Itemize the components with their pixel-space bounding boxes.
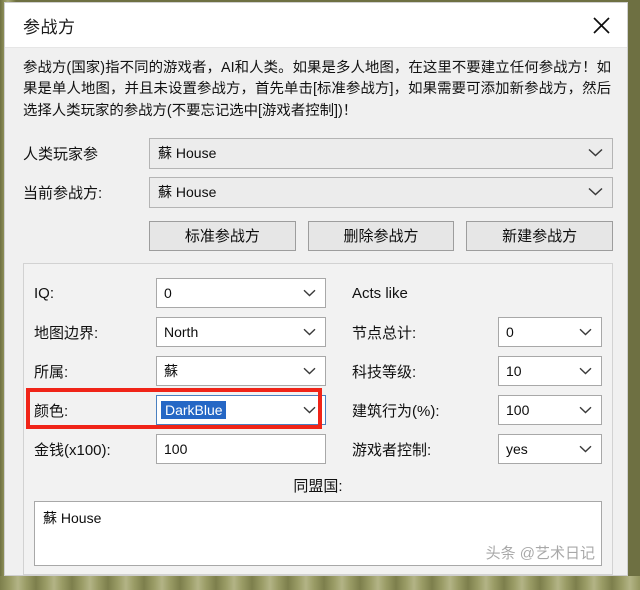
build-behavior-label: 建筑行为(%): bbox=[352, 402, 440, 420]
map-border-label: 地图边界: bbox=[34, 324, 99, 342]
title-bar: 参战方 bbox=[5, 3, 627, 48]
selectors-section: 人类玩家参 蘇 House 当前参战方: 蘇 House bbox=[5, 134, 627, 216]
tech-level-value: 10 bbox=[506, 363, 522, 380]
node-total-label: 节点总计: bbox=[352, 324, 417, 342]
list-item[interactable]: 蘇 House bbox=[43, 508, 593, 528]
current-faction-row: 当前参战方: 蘇 House bbox=[23, 176, 613, 208]
description-text: 参战方(国家)指不同的游戏者，AI和人类。如果是多人地图，在这里不要建立任何参战… bbox=[5, 48, 627, 134]
money-input[interactable]: 100 bbox=[156, 434, 326, 465]
acts-like-label: Acts like bbox=[352, 284, 408, 302]
player-control-label: 游戏者控制: bbox=[352, 441, 432, 459]
iq-value: 0 bbox=[164, 285, 172, 302]
chevron-down-icon bbox=[303, 401, 316, 419]
money-label: 金钱(x100): bbox=[34, 441, 111, 459]
node-total-value: 0 bbox=[506, 324, 514, 341]
chevron-down-icon bbox=[588, 144, 603, 162]
color-label: 颜色: bbox=[34, 402, 69, 420]
watermark-text: 头条 @艺术日记 bbox=[485, 545, 595, 562]
tech-level-label: 科技等级: bbox=[352, 363, 417, 381]
chevron-down-icon bbox=[579, 362, 592, 380]
tech-level-select[interactable]: 10 bbox=[498, 356, 602, 387]
belongs-to-label: 所属: bbox=[34, 363, 69, 381]
chevron-down-icon bbox=[579, 440, 592, 458]
chevron-down-icon bbox=[303, 362, 316, 380]
belongs-to-select[interactable]: 蘇 bbox=[156, 356, 326, 387]
color-value: DarkBlue bbox=[161, 401, 226, 420]
delete-faction-button[interactable]: 删除参战方 bbox=[307, 220, 455, 251]
color-select[interactable]: DarkBlue bbox=[156, 395, 326, 426]
build-behavior-select[interactable]: 100 bbox=[498, 395, 602, 426]
player-control-select[interactable]: yes bbox=[498, 434, 602, 465]
human-player-row: 人类玩家参 蘇 House bbox=[23, 137, 613, 169]
chevron-down-icon bbox=[303, 284, 316, 302]
current-faction-select[interactable]: 蘇 House bbox=[149, 176, 613, 208]
new-faction-button[interactable]: 新建参战方 bbox=[466, 220, 614, 251]
map-border-value: North bbox=[164, 324, 199, 341]
page-title: 参战方 bbox=[23, 17, 76, 37]
human-player-value: 蘇 House bbox=[158, 145, 217, 162]
belongs-to-value: 蘇 bbox=[164, 363, 178, 380]
current-faction-label: 当前参战方: bbox=[23, 184, 103, 202]
properties-grid: IQ: 0 Acts like 地图边界: North 节点总计: 0 所属: … bbox=[34, 274, 602, 469]
chevron-down-icon bbox=[303, 323, 316, 341]
dialog-window: 参战方 参战方(国家)指不同的游戏者，AI和人类。如果是多人地图，在这里不要建立… bbox=[4, 2, 628, 576]
close-icon bbox=[592, 16, 611, 35]
human-player-label: 人类玩家参 bbox=[23, 145, 99, 163]
money-value: 100 bbox=[164, 441, 188, 458]
chevron-down-icon bbox=[579, 401, 592, 419]
standard-faction-button[interactable]: 标准参战方 bbox=[149, 220, 296, 251]
human-player-select[interactable]: 蘇 House bbox=[149, 137, 613, 169]
chevron-down-icon bbox=[579, 323, 592, 341]
faction-properties-panel: IQ: 0 Acts like 地图边界: North 节点总计: 0 所属: … bbox=[23, 262, 613, 575]
allies-label: 同盟国: bbox=[293, 477, 343, 495]
map-border-select[interactable]: North bbox=[156, 317, 326, 348]
node-total-select[interactable]: 0 bbox=[498, 317, 602, 348]
close-button[interactable] bbox=[575, 3, 627, 47]
iq-select[interactable]: 0 bbox=[156, 278, 326, 309]
action-buttons: 标准参战方 删除参战方 新建参战方 bbox=[5, 216, 627, 251]
current-faction-value: 蘇 House bbox=[158, 184, 217, 201]
iq-label: IQ: bbox=[34, 284, 55, 302]
player-control-value: yes bbox=[506, 441, 528, 458]
allies-listbox[interactable]: 蘇 House 头条 @艺术日记 bbox=[34, 500, 602, 566]
build-behavior-value: 100 bbox=[506, 402, 530, 419]
chevron-down-icon bbox=[588, 183, 603, 201]
